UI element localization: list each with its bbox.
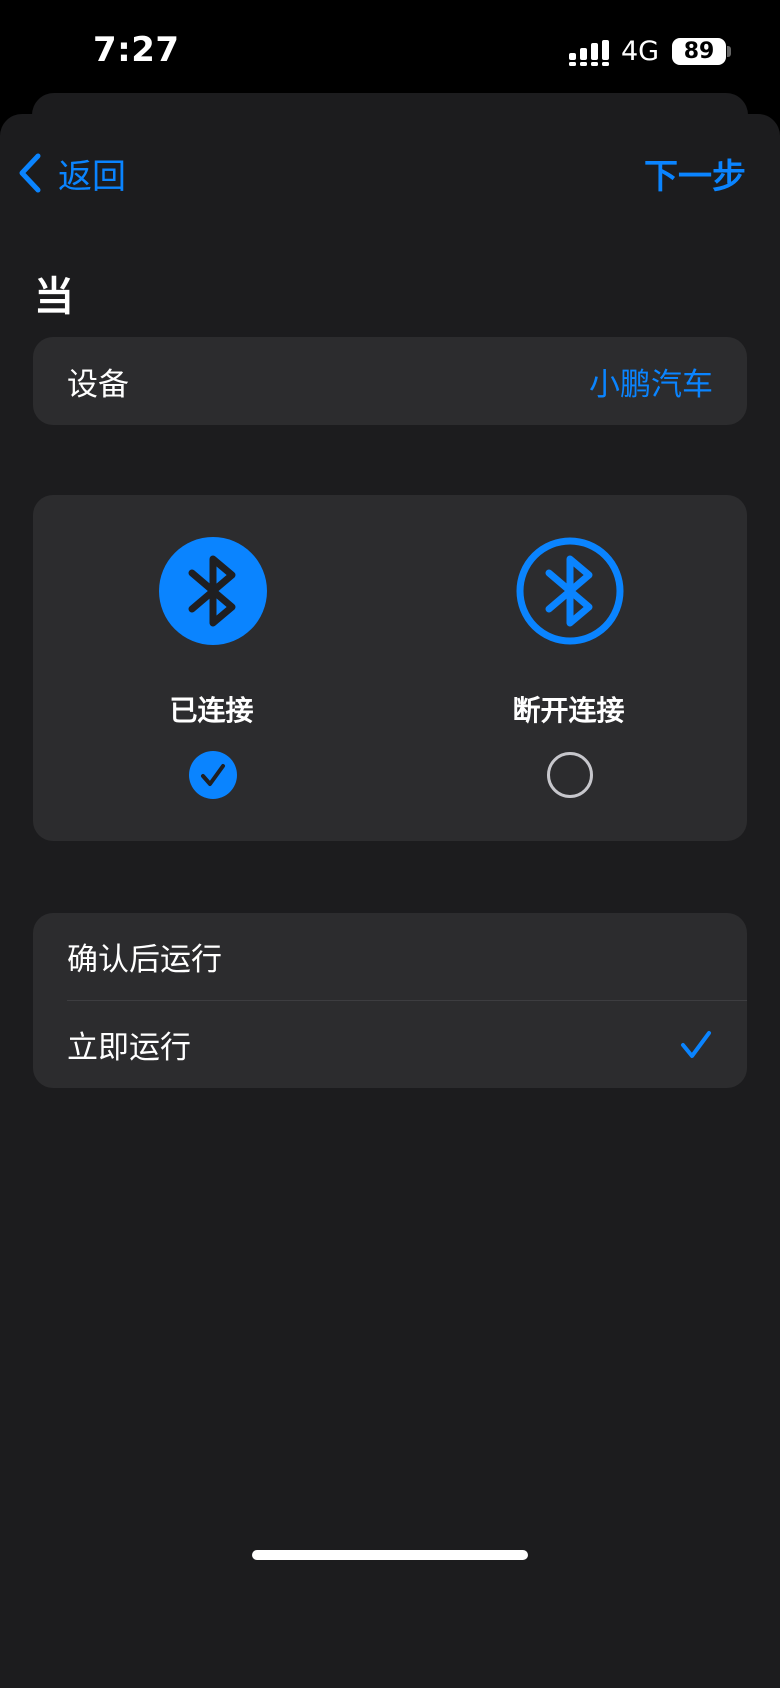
option-connected[interactable]: 已连接 <box>33 495 390 841</box>
device-label: 设备 <box>67 366 129 403</box>
run-after-confirm-label: 确认后运行 <box>67 942 222 978</box>
status-time: 7:27 <box>93 30 180 70</box>
run-mode-card: 确认后运行 立即运行 <box>33 913 747 1088</box>
section-title: 当 <box>34 274 74 320</box>
cellular-signal-icon <box>569 40 609 66</box>
screen: 7:27 4G 89 返回 下一步 当 设备 小鹏汽车 已连接 断开连接 确认后… <box>0 0 780 1688</box>
bluetooth-state-card: 已连接 断开连接 <box>33 495 747 841</box>
bluetooth-outline-icon <box>516 537 624 645</box>
run-immediately-row[interactable]: 立即运行 <box>33 1001 747 1088</box>
checkmark-circle-filled-icon[interactable] <box>189 751 237 799</box>
option-connected-label: 已连接 <box>169 694 254 727</box>
battery-level: 89 <box>683 39 715 64</box>
chevron-left-icon <box>19 153 41 193</box>
empty-circle-icon[interactable] <box>546 751 594 799</box>
back-label: 返回 <box>58 156 126 197</box>
option-disconnected-label: 断开连接 <box>512 694 625 727</box>
option-disconnected[interactable]: 断开连接 <box>390 495 747 841</box>
home-indicator[interactable] <box>252 1550 528 1560</box>
back-button[interactable]: 返回 <box>16 148 126 198</box>
device-value[interactable]: 小鹏汽车 <box>589 359 713 404</box>
checkmark-icon <box>681 1030 711 1058</box>
battery-icon: 89 <box>672 38 726 65</box>
modal-sheet: 返回 下一步 当 设备 小鹏汽车 已连接 断开连接 确认后运行 立即运行 <box>0 114 780 1688</box>
next-button[interactable]: 下一步 <box>644 148 746 198</box>
battery-tip <box>727 46 731 57</box>
bluetooth-filled-icon <box>159 537 267 645</box>
run-after-confirm-row[interactable]: 确认后运行 <box>33 913 747 1000</box>
network-type: 4G <box>621 36 660 67</box>
device-row[interactable]: 设备 小鹏汽车 <box>33 337 747 425</box>
status-bar: 7:27 4G 89 <box>0 0 780 100</box>
run-immediately-label: 立即运行 <box>67 1030 191 1066</box>
